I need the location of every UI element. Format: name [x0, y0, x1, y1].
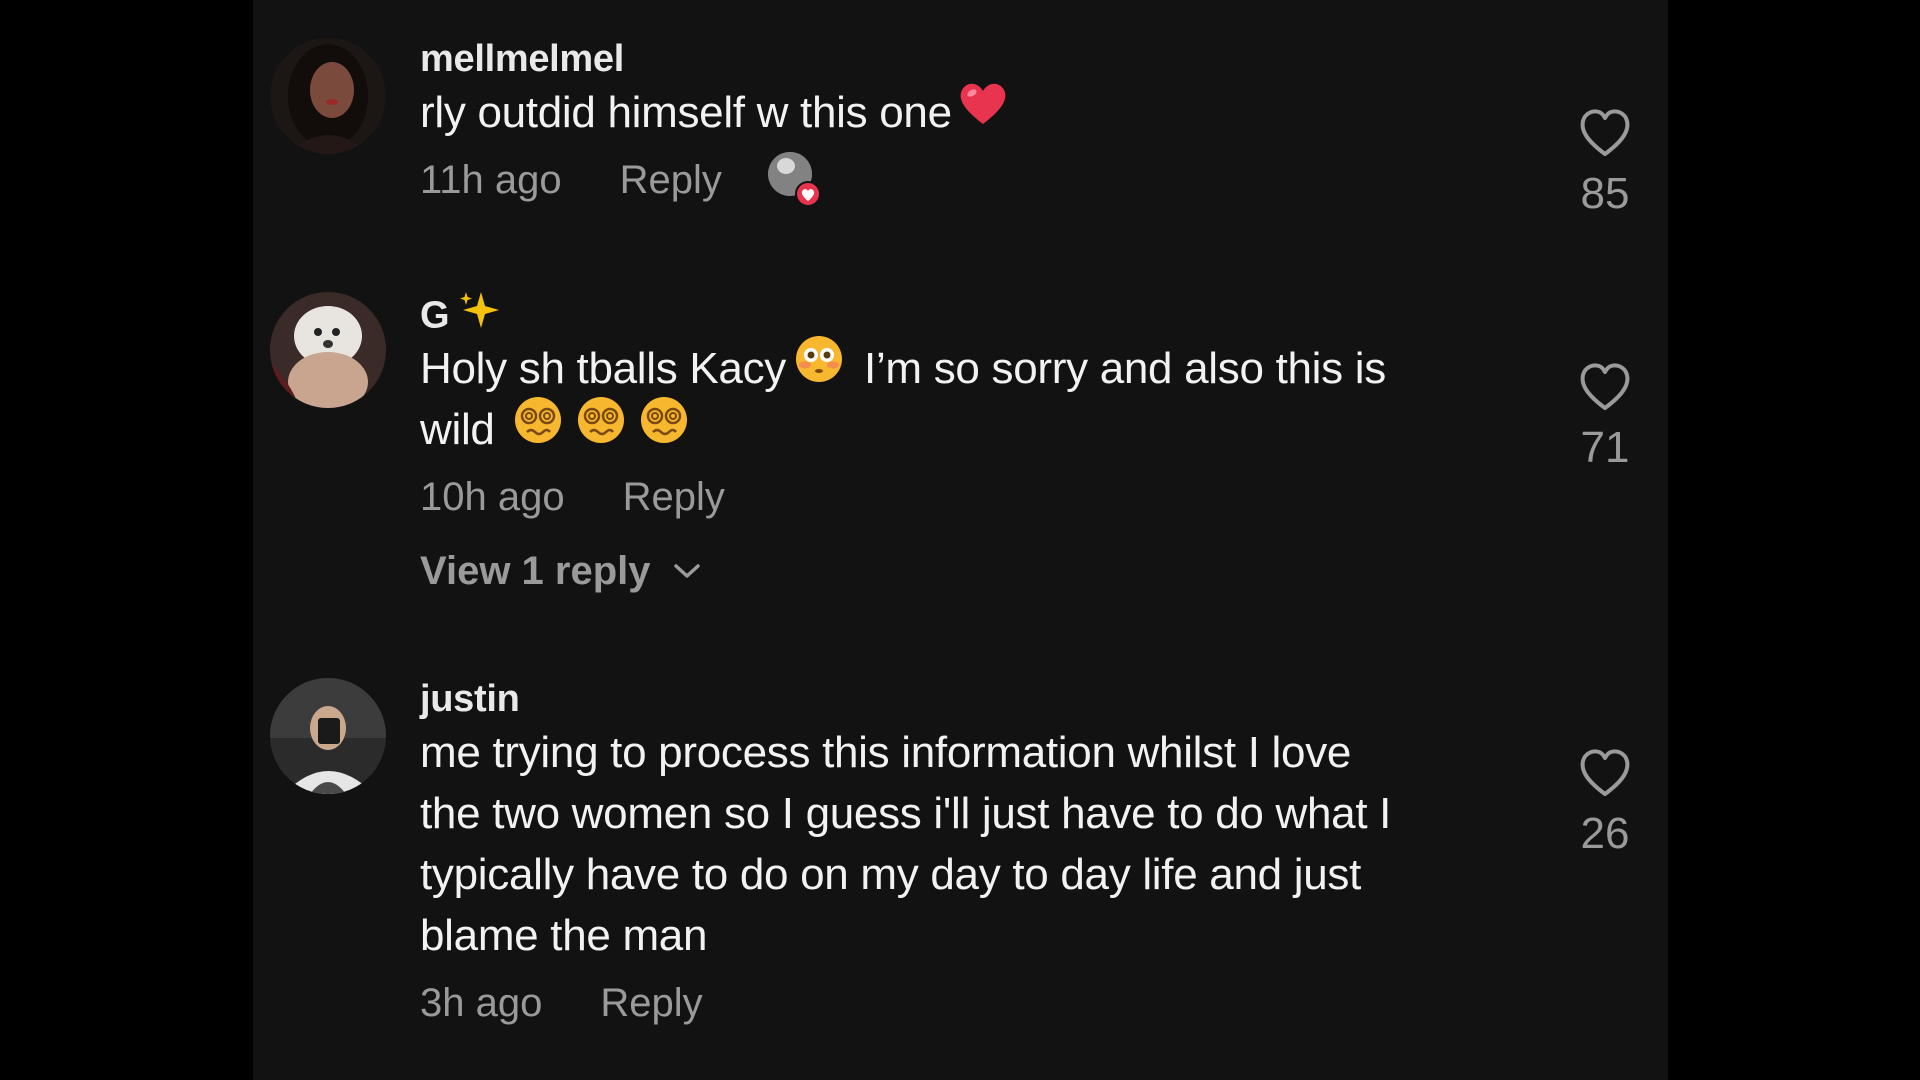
comment-text: rly outdid himself w this one [420, 82, 1505, 143]
heart-icon[interactable] [1578, 362, 1632, 412]
chevron-down-icon [673, 564, 700, 578]
comment-username[interactable]: G [420, 295, 450, 337]
like-button[interactable]: 71 [1569, 362, 1641, 473]
comment-text: Holy sh tballs Kacy I’m so sorry and als… [420, 336, 1505, 461]
reply-button[interactable]: Reply [600, 981, 702, 1026]
avatar[interactable] [270, 678, 386, 794]
like-button[interactable]: 85 [1569, 108, 1641, 219]
dizzy-face-emoji [576, 395, 626, 461]
dizzy-face-emoji [513, 395, 563, 461]
comments-panel: mellmelmel rly outdid himself w this one… [253, 0, 1668, 1080]
comment-text-line: wild [420, 405, 495, 454]
view-replies-button[interactable]: View 1 reply [420, 546, 1780, 596]
comment-text-line: me trying to process this information wh… [420, 728, 1352, 777]
comment-username[interactable]: mellmelmel [420, 36, 1780, 82]
comment-timestamp: 11h ago [420, 157, 562, 202]
comment-text-line: typically have to do on my day to day li… [420, 850, 1362, 899]
comment-meta: 10h ago Reply [420, 472, 1780, 522]
comment-meta: 3h ago Reply [420, 978, 1780, 1028]
heart-icon[interactable] [1578, 748, 1632, 798]
view-replies-label: View 1 reply [420, 548, 651, 593]
comment-text-line: rly outdid himself w this one [420, 88, 952, 137]
reply-button[interactable]: Reply [623, 475, 725, 520]
comment-username[interactable]: justin [420, 676, 1780, 722]
dizzy-face-emoji [639, 395, 689, 461]
like-count: 85 [1580, 169, 1630, 218]
comment-text-line: blame the man [420, 911, 708, 960]
like-button[interactable]: 26 [1569, 748, 1641, 859]
comment-text: me trying to process this information wh… [420, 722, 1505, 966]
sparkles-emoji [457, 290, 501, 341]
avatar[interactable] [270, 38, 386, 154]
red-heart-emoji [958, 80, 1008, 142]
flushed-face-emoji [794, 334, 844, 400]
comment-timestamp: 3h ago [420, 980, 543, 1025]
like-count: 26 [1580, 809, 1630, 858]
like-count: 71 [1580, 423, 1630, 472]
comment-timestamp: 10h ago [420, 474, 565, 519]
comment-text-line: the two women so I guess i'll just have … [420, 789, 1392, 838]
comment-text-line: I’m so sorry and also this is [864, 344, 1386, 393]
comment-text-line: Holy sh tballs Kacy [420, 344, 787, 393]
creator-liked-badge [766, 152, 822, 208]
reply-button[interactable]: Reply [620, 158, 722, 203]
comment-username-row[interactable]: G [420, 292, 1780, 338]
heart-icon[interactable] [1578, 108, 1632, 158]
avatar[interactable] [270, 292, 386, 408]
